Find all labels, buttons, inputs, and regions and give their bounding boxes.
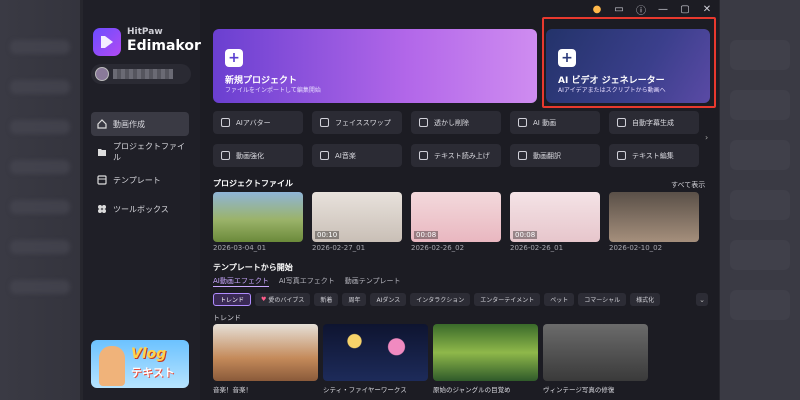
show-all-link[interactable]: すべて表示 [671,180,705,190]
avatar-icon [221,118,230,127]
tool-face-swap[interactable]: フェイススワップ [312,111,402,134]
section-label-trend: トレンド [213,314,241,322]
text-edit-icon [617,151,626,160]
chip-trend[interactable]: トレンド [213,293,252,306]
music-icon [320,151,329,160]
template-tabs: AI動画エフェクト AI写真エフェクト 動画テンプレート [213,276,401,287]
tab-ai-video-effects[interactable]: AI動画エフェクト [213,276,269,287]
title-bar-controls: ● ▭ ⓘ — ▢ ✕ [591,3,713,17]
project-thumbnail[interactable]: 00:10 [312,192,402,242]
template-caption: シティ・ファイヤーワークス [323,386,407,394]
translate-icon [518,151,527,160]
template-caption: 音楽！音楽！ [213,386,252,394]
sidebar-item-label: 動画作成 [113,119,145,129]
chip-ai-dance[interactable]: AIダンス [370,293,407,306]
project-date: 2026-02-26_01 [510,244,564,252]
templates-heading: テンプレートから開始 [213,263,293,272]
blurred-background-left [0,0,84,400]
template-icon [97,175,107,185]
blurred-background-right [716,0,800,400]
template-category-chips: トレンド ♥ 愛のバイブス 新着 周年 AIダンス インタラクション エンターテイ… [213,293,661,306]
tab-video-templates[interactable]: 動画テンプレート [345,276,401,287]
template-thumbnail[interactable] [323,324,428,381]
tool-ai-avatar[interactable]: AIアバター [213,111,303,134]
brand-small: HitPaw [127,27,163,37]
plus-icon: + [225,49,243,67]
tool-video-enhance[interactable]: 動画強化 [213,144,303,167]
tts-icon [419,151,428,160]
highlight-box [542,17,716,108]
sidebar-item-label: プロジェクトファイル [113,142,185,162]
chip-entertainment[interactable]: エンターテイメント [474,293,541,306]
toolbox-icon [97,204,107,214]
project-date: 2026-02-26_02 [411,244,465,252]
tool-watermark-remove[interactable]: 透かし削除 [411,111,501,134]
project-thumbnail[interactable] [609,192,699,242]
sidebar-item-templates[interactable]: テンプレート [91,168,189,192]
badge-icon[interactable]: ● [591,3,603,15]
project-thumbnail[interactable] [213,192,303,242]
maximize-icon[interactable]: ▢ [679,3,691,15]
brand-large: Edimakor [127,38,201,54]
app-window: HitPaw Edimakor 動画作成 プロジェクトファイル テンプレート ツ… [83,0,719,400]
template-thumbnail[interactable] [543,324,648,381]
chip-new[interactable]: 新着 [314,293,339,306]
chip-commercial[interactable]: コマーシャル [578,293,627,306]
avatar [95,67,109,81]
enhance-icon [221,151,230,160]
folder-icon [97,147,107,157]
project-thumbnail[interactable]: 00:08 [411,192,501,242]
username-redacted [113,69,173,79]
minimize-icon[interactable]: — [657,3,669,15]
app-logo [93,28,121,56]
chip-love-vibes[interactable]: ♥ 愛のバイブス [255,293,311,306]
watermark-remove-icon [419,118,428,127]
project-thumbnail[interactable]: 00:08 [510,192,600,242]
chevron-down-icon[interactable]: ⌄ [696,293,708,306]
info-icon[interactable]: ⓘ [635,3,647,17]
project-date: 2026-02-10_02 [609,244,663,252]
tool-text-edit[interactable]: テキスト編集 [609,144,699,167]
tools-scroll-right-icon[interactable]: › [705,133,708,142]
subtitle-icon [617,118,626,127]
sidebar: HitPaw Edimakor 動画作成 プロジェクトファイル テンプレート ツ… [83,0,201,400]
tool-ai-music[interactable]: AI音楽 [312,144,402,167]
template-caption: ヴィンテージ写真の修復 [543,386,615,394]
tool-video-translate[interactable]: 動画翻訳 [510,144,600,167]
sidebar-item-label: テンプレート [113,175,161,185]
promo-subtitle: テキスト [131,366,175,379]
promo-title: Vlog [131,346,167,362]
tab-ai-photo-effects[interactable]: AI写真エフェクト [279,276,335,287]
message-icon[interactable]: ▭ [613,3,625,15]
new-project-subtitle: ファイルをインポートして編集開始 [225,87,321,94]
ai-video-icon [518,118,527,127]
chip-anniversary[interactable]: 周年 [342,293,367,306]
chip-stylized[interactable]: 様式化 [630,293,661,306]
sidebar-item-project-files[interactable]: プロジェクトファイル [91,140,189,164]
sidebar-item-toolbox[interactable]: ツールボックス [91,197,189,221]
template-caption: 原始のジャングルの目覚め [433,386,511,394]
face-swap-icon [320,118,329,127]
template-thumbnail[interactable] [213,324,318,381]
tool-ai-video[interactable]: AI 動画 [510,111,600,134]
heart-icon: ♥ [261,296,267,303]
project-date: 2026-02-27_01 [312,244,366,252]
projects-heading: プロジェクトファイル [213,179,293,188]
sidebar-item-label: ツールボックス [113,204,169,214]
new-project-card[interactable]: + 新規プロジェクト ファイルをインポートして編集開始 [213,29,537,103]
template-thumbnail[interactable] [433,324,538,381]
sidebar-item-create-video[interactable]: 動画作成 [91,112,189,136]
chip-pet[interactable]: ペット [544,293,575,306]
close-icon[interactable]: ✕ [701,3,713,15]
vlog-text-promo-banner[interactable]: Vlog テキスト [91,340,189,388]
tool-auto-subtitle[interactable]: 自動字幕生成 [609,111,699,134]
tool-text-to-speech[interactable]: テキスト読み上げ [411,144,501,167]
promo-character-illustration [99,346,125,386]
user-account[interactable] [91,64,191,84]
chip-interaction[interactable]: インタラクション [410,293,471,306]
project-date: 2026-03-04_01 [213,244,267,252]
home-icon [97,119,107,129]
